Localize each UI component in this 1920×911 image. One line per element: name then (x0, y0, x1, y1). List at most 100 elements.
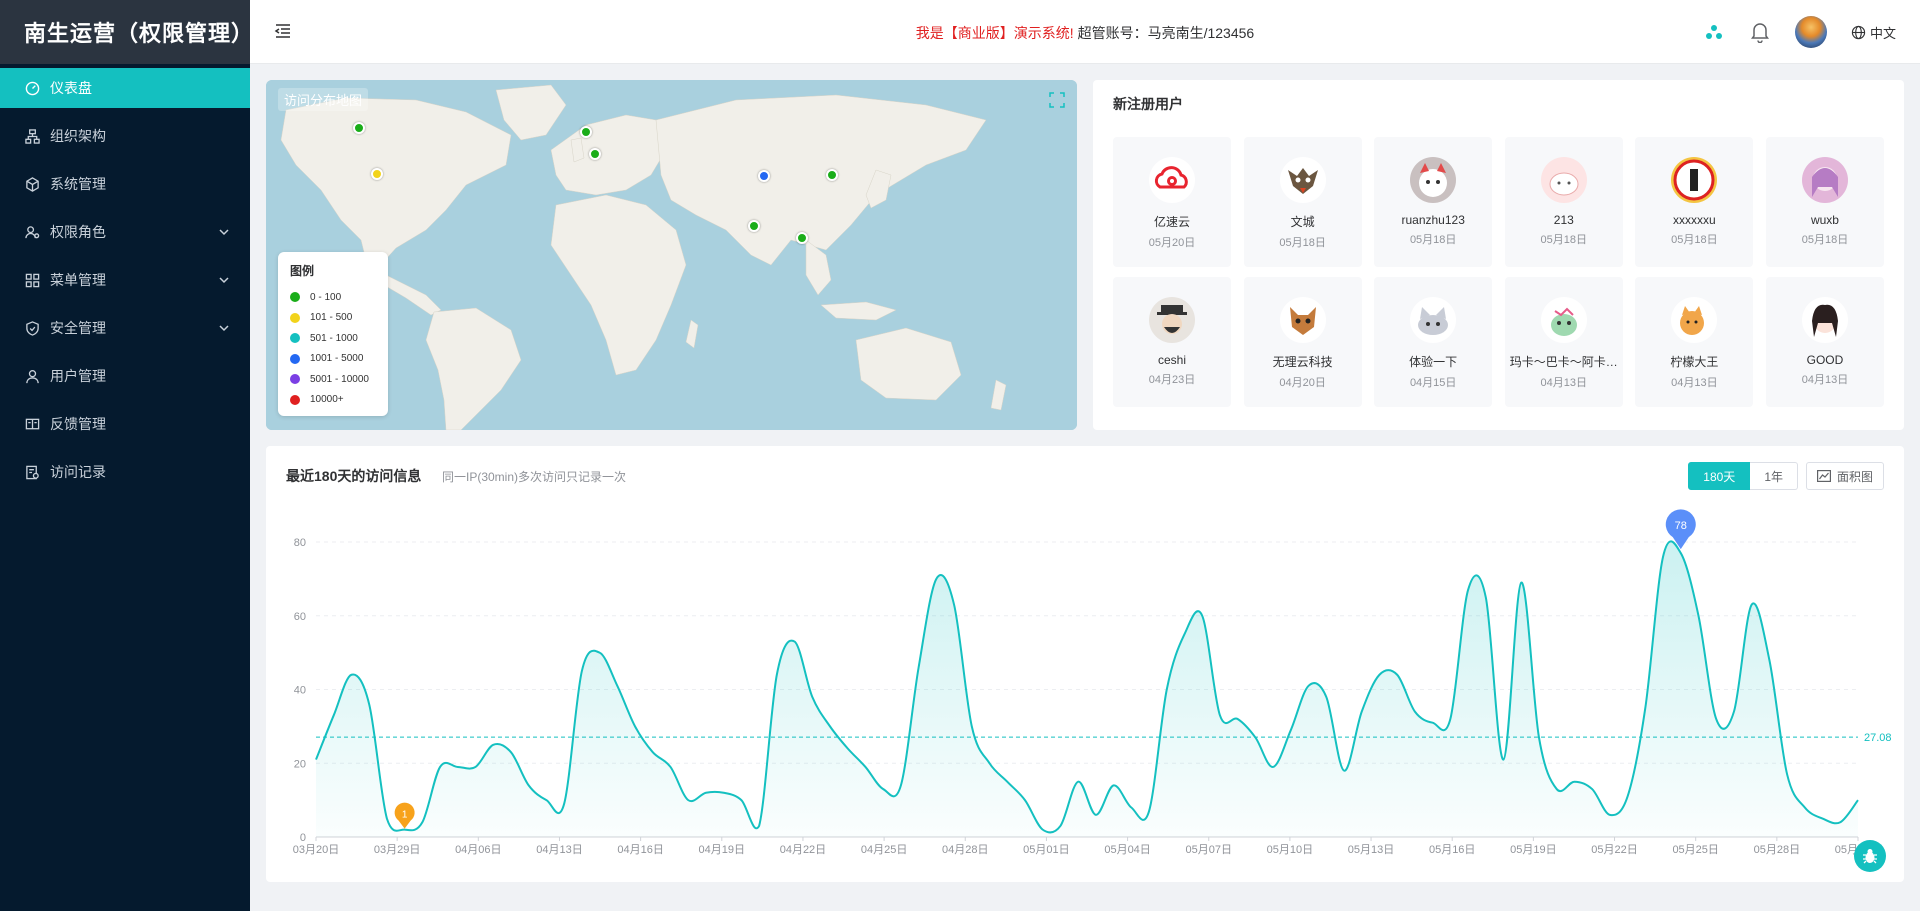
y-tick-label: 60 (294, 611, 306, 623)
legend-item[interactable]: 1001 - 5000 (290, 349, 376, 370)
sidebar-item-label: 仪表盘 (50, 80, 92, 96)
bell-icon[interactable] (1749, 21, 1771, 43)
x-tick-label: 05月13日 (1348, 844, 1394, 856)
x-tick-label: 04月25日 (861, 844, 907, 856)
user-name: 文城 (1290, 215, 1315, 229)
x-tick-label: 05月25日 (1672, 844, 1718, 856)
x-tick-label: 05月19日 (1510, 844, 1556, 856)
chart-type-button[interactable]: 面积图 (1805, 462, 1884, 490)
user-avatar[interactable] (1794, 16, 1827, 48)
map-marker[interactable] (353, 122, 365, 134)
map-marker[interactable] (371, 168, 383, 180)
legend-item[interactable]: 101 - 500 (290, 308, 376, 329)
cube-icon (24, 176, 40, 192)
area-chart-icon (1816, 470, 1831, 482)
chart-type-label: 面积图 (1836, 469, 1873, 484)
sidebar-item-system[interactable]: 系统管理 (0, 164, 250, 204)
user-register-date: 05月20日 (1148, 237, 1196, 249)
legend-label: 101 - 500 (310, 312, 353, 324)
sidebar-item-label: 反馈管理 (50, 416, 106, 432)
y-tick-label: 80 (294, 537, 306, 549)
user-card[interactable]: 体验一下 04月15日 (1374, 277, 1493, 407)
legend-color-dot (290, 333, 300, 344)
legend-item[interactable]: 5001 - 10000 (290, 369, 376, 390)
legend-label: 1001 - 5000 (310, 353, 364, 365)
user-card[interactable]: 柠檬大王 04月13日 (1635, 277, 1754, 407)
user-name: 无理云科技 (1272, 355, 1333, 369)
x-tick-label: 04月06日 (455, 844, 501, 856)
sidebar-item-org[interactable]: 组织架构 (0, 116, 250, 156)
user-name: ceshi (1157, 353, 1186, 367)
user-card[interactable]: GOOD 04月13日 (1765, 277, 1884, 407)
user-card[interactable]: 无理云科技 04月20日 (1243, 277, 1362, 407)
map-marker[interactable] (589, 148, 601, 160)
x-tick-label: 03月20日 (293, 844, 339, 856)
user-avatar (1671, 157, 1718, 203)
legend-label: 0 - 100 (310, 291, 342, 303)
legend-item[interactable]: 10000+ (290, 390, 376, 411)
user-card[interactable]: 文城 05月18日 (1243, 137, 1362, 267)
app-title: 南生运营（权限管理） (0, 0, 253, 64)
sidebar-item-menus[interactable]: 菜单管理 (0, 260, 250, 300)
top-header: 我是【商业版】演示系统! 超管账号：马亮南生/123456 中文 (250, 0, 1920, 64)
user-register-date: 04月23日 (1148, 374, 1196, 386)
user-avatar (1801, 157, 1848, 203)
legend-item[interactable]: 501 - 1000 (290, 328, 376, 349)
user-card[interactable]: 玛卡～巴卡～阿卡… 04月13日 (1504, 277, 1623, 407)
user-name: 213 (1553, 213, 1574, 227)
dashboard-icon (24, 80, 40, 96)
sidebar-item-label: 系统管理 (50, 176, 106, 192)
average-label: 27.08 (1864, 732, 1892, 744)
grid-icon (24, 272, 40, 288)
visit-map[interactable]: 访问分布地图 图例 0 - 100 101 - 500 501 - 1000 1001… (266, 80, 1077, 430)
sidebar-item-label: 组织架构 (50, 128, 106, 144)
sidebar-item-records[interactable]: 访问记录 (0, 452, 250, 492)
range-180-days-button[interactable]: 180天 (1688, 462, 1751, 490)
user-name: 亿速云 (1153, 215, 1190, 229)
user-card[interactable]: 亿速云 05月20日 (1113, 137, 1231, 267)
sidebar-item-dashboard[interactable]: 仪表盘 (0, 68, 250, 108)
legend-label: 5001 - 10000 (310, 373, 369, 385)
sidebar-item-security[interactable]: 安全管理 (0, 308, 250, 348)
sidebar-item-label: 用户管理 (50, 368, 106, 384)
map-marker[interactable] (796, 232, 808, 244)
legend-color-dot (290, 353, 300, 364)
user-card[interactable]: xxxxxxu 05月18日 (1635, 137, 1754, 267)
x-tick-label: 05月10日 (1267, 844, 1313, 856)
chevron-down-icon (219, 277, 229, 284)
user-card[interactable]: ceshi 04月23日 (1113, 277, 1231, 407)
org-chart-icon (24, 128, 40, 144)
language-switch[interactable]: 中文 (1851, 23, 1896, 42)
user-card[interactable]: 213 05月18日 (1504, 137, 1623, 267)
x-tick-label: 04月28日 (942, 844, 988, 856)
new-users-panel: 新注册用户 亿速云 05月20日 文城 05月18日 ruanzhu123 05月18日 2… (1093, 80, 1904, 430)
user-avatar (1149, 157, 1195, 203)
sidebar-item-label: 菜单管理 (50, 272, 106, 288)
min-value-label: 1 (402, 810, 408, 821)
map-marker[interactable] (826, 169, 838, 181)
x-tick-label: 03月29日 (374, 844, 420, 856)
visits-panel: 0 20 40 60 80 27.08 03月20日 03月29日 04月06日 04月13日 04… (266, 446, 1904, 882)
user-avatar (1410, 297, 1457, 343)
map-marker[interactable] (748, 220, 760, 232)
theme-dots-icon[interactable] (1703, 21, 1725, 43)
range-1-year-button[interactable]: 1年 (1750, 462, 1798, 490)
user-register-date: 05月18日 (1279, 237, 1326, 249)
feedback-icon (24, 416, 40, 432)
legend-item[interactable]: 0 - 100 (290, 287, 376, 308)
legend-color-dot (290, 394, 300, 405)
sidebar-item-users[interactable]: 用户管理 (0, 356, 250, 396)
fullscreen-icon[interactable] (1049, 92, 1065, 108)
y-tick-label: 0 (300, 832, 306, 844)
user-card[interactable]: ruanzhu123 05月18日 (1374, 137, 1493, 267)
bug-report-button[interactable] (1854, 840, 1886, 872)
map-title: 访问分布地图 (278, 88, 369, 111)
announcement: 我是【商业版】演示系统! 超管账号：马亮南生/123456 (250, 23, 1920, 43)
sidebar-item-feedback[interactable]: 反馈管理 (0, 404, 250, 444)
sidebar-item-roles[interactable]: 权限角色 (0, 212, 250, 252)
map-marker[interactable] (580, 126, 592, 138)
legend-title: 图例 (290, 264, 315, 278)
user-card[interactable]: wuxb 05月18日 (1765, 137, 1884, 267)
map-marker[interactable] (758, 170, 770, 182)
x-tick-label: 04月16日 (617, 844, 663, 856)
